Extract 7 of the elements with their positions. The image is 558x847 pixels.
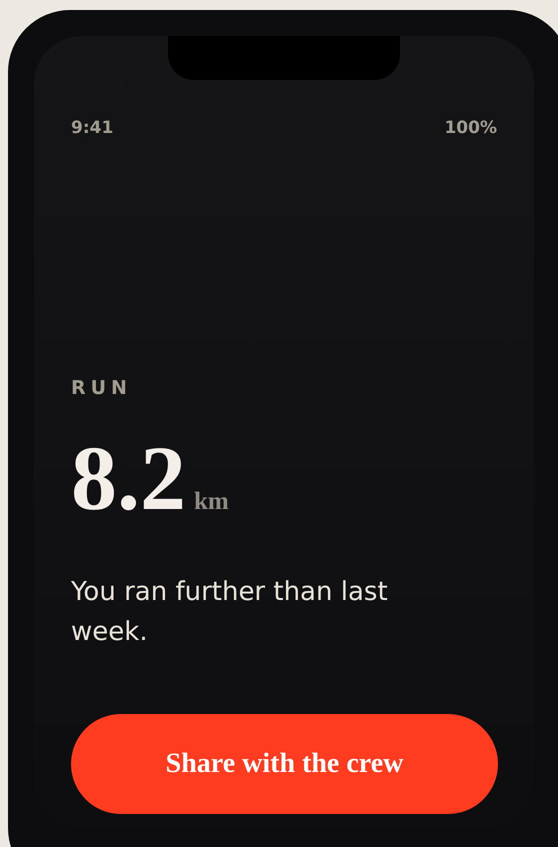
share-button[interactable]: Share with the crew bbox=[71, 714, 498, 814]
distance-value: 8.2 bbox=[71, 434, 186, 522]
battery-level: 100% bbox=[444, 118, 497, 138]
activity-message: You ran further than last week. bbox=[71, 576, 389, 649]
distance-unit: km bbox=[194, 487, 229, 517]
activity-label: RUN bbox=[71, 377, 132, 399]
status-time: 9:41 bbox=[71, 118, 114, 138]
